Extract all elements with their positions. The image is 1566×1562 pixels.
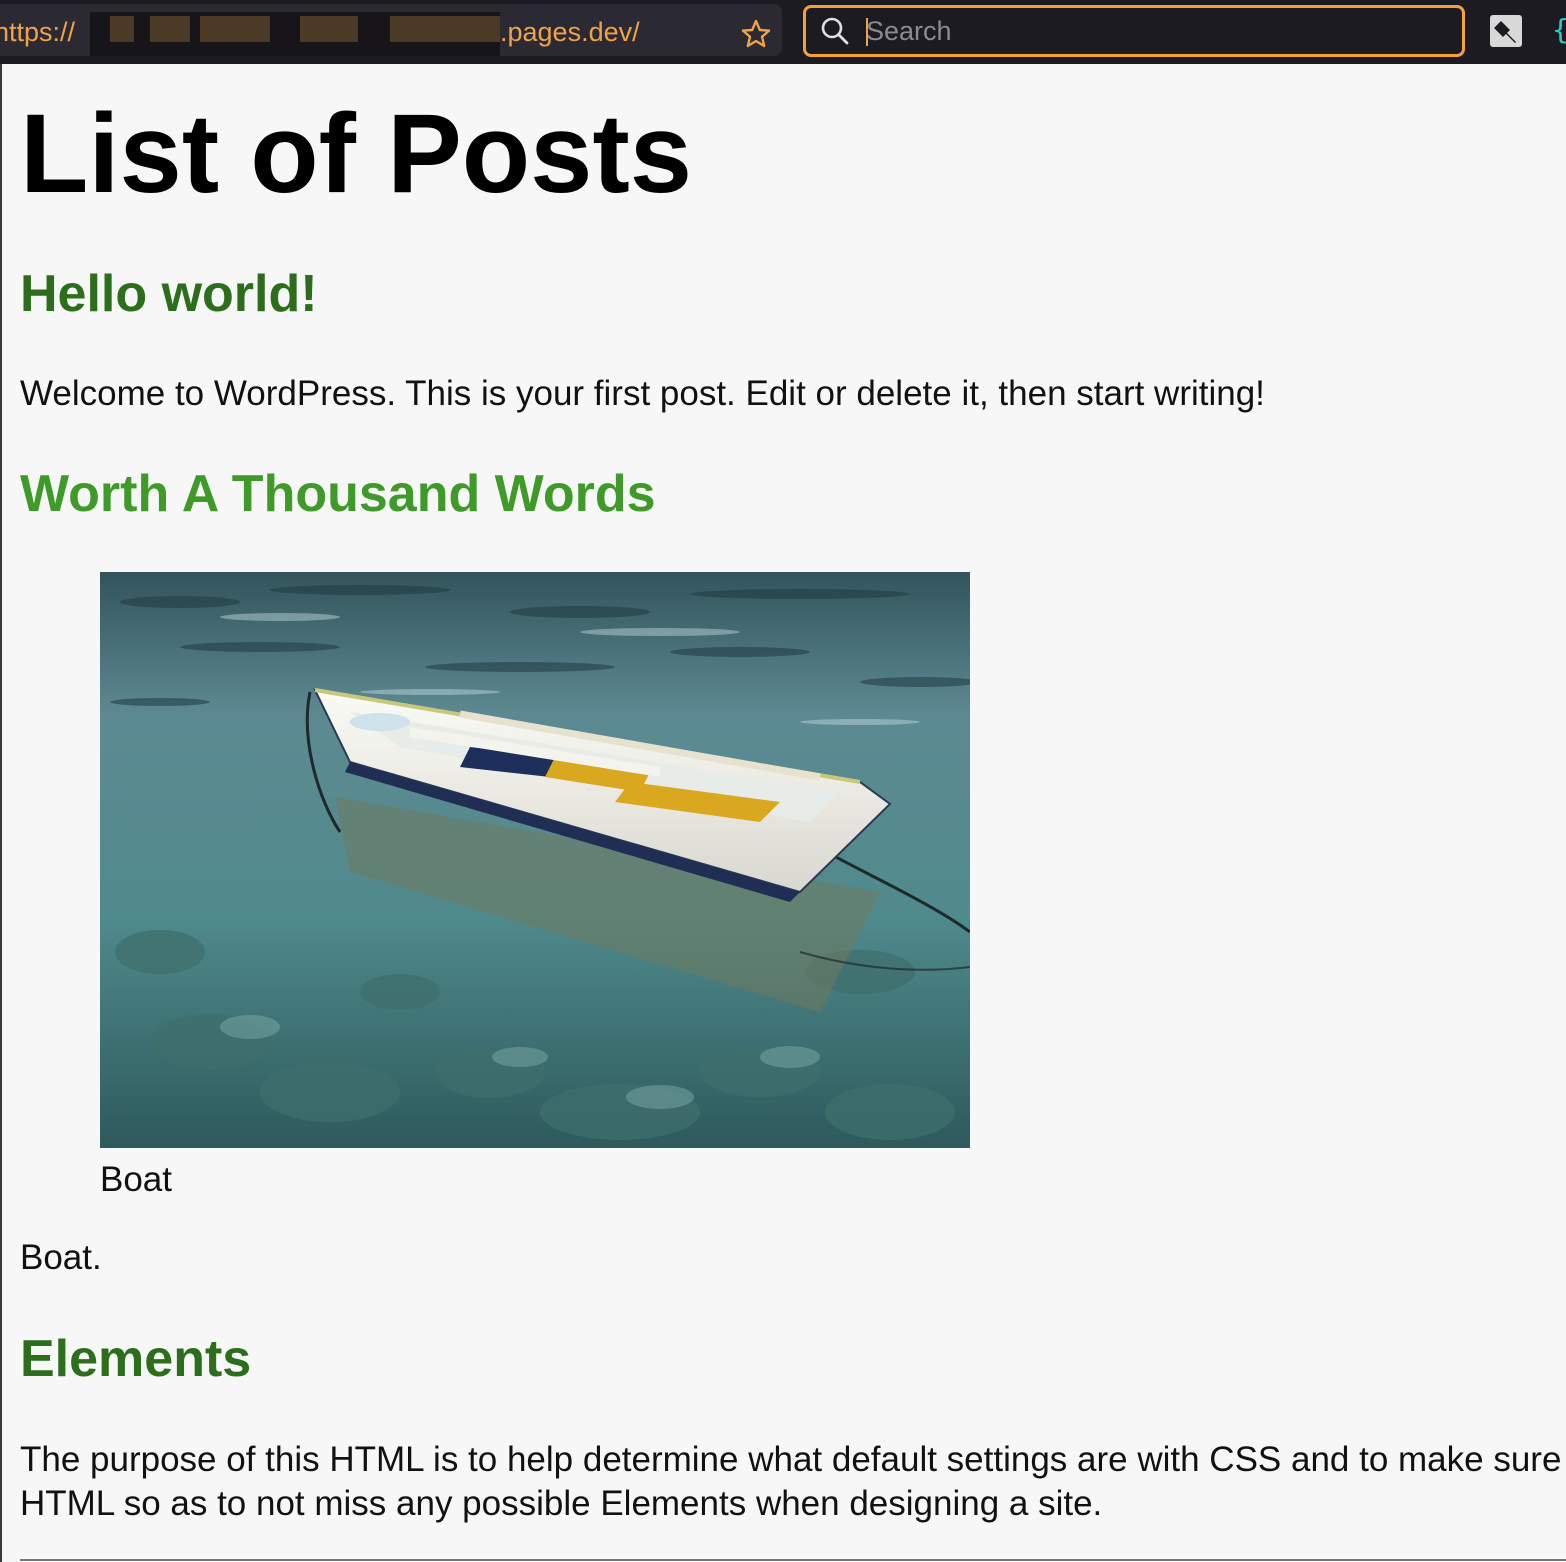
divider (20, 1559, 1566, 1561)
post-link-elements[interactable]: Elements (20, 1330, 251, 1388)
post-link-worth-a-thousand-words[interactable]: Worth A Thousand Words (20, 465, 656, 523)
page-title: List of Posts (20, 91, 693, 216)
url-redacted-region (90, 12, 500, 56)
brace-icon[interactable]: { (1552, 14, 1566, 46)
image-caption: Boat (100, 1160, 172, 1199)
search-box[interactable] (803, 5, 1465, 57)
post-excerpt-elements: The purpose of this HTML is to help dete… (20, 1440, 1562, 1523)
star-icon[interactable] (740, 18, 772, 50)
pin-icon[interactable] (1490, 15, 1522, 47)
post-figure: Boat (100, 572, 970, 1202)
url-scheme: https:// (0, 17, 76, 47)
post-title-hello-world: Hello world! (20, 264, 318, 324)
search-input[interactable] (866, 14, 1446, 48)
post-title-worth-a-thousand-words: Worth A Thousand Words (20, 464, 656, 524)
browser-toolbar: https:// .pages.dev/ { (0, 0, 1566, 64)
text-caret (866, 18, 868, 46)
url-domain: .pages.dev/ (500, 17, 640, 47)
post-excerpt-worth-a-thousand-words: Boat. (20, 1238, 102, 1277)
post-excerpt-hello-world: Welcome to WordPress. This is your first… (20, 374, 1265, 413)
page-content: List of Posts Hello world! Welcome to Wo… (0, 64, 1566, 1562)
post-link-hello-world[interactable]: Hello world! (20, 265, 318, 323)
url-bar[interactable]: https:// .pages.dev/ (0, 4, 782, 56)
post-title-elements: Elements (20, 1329, 251, 1389)
search-icon (821, 17, 849, 45)
boat-photo[interactable] (100, 572, 970, 1148)
pin-glyph (1494, 21, 1516, 43)
